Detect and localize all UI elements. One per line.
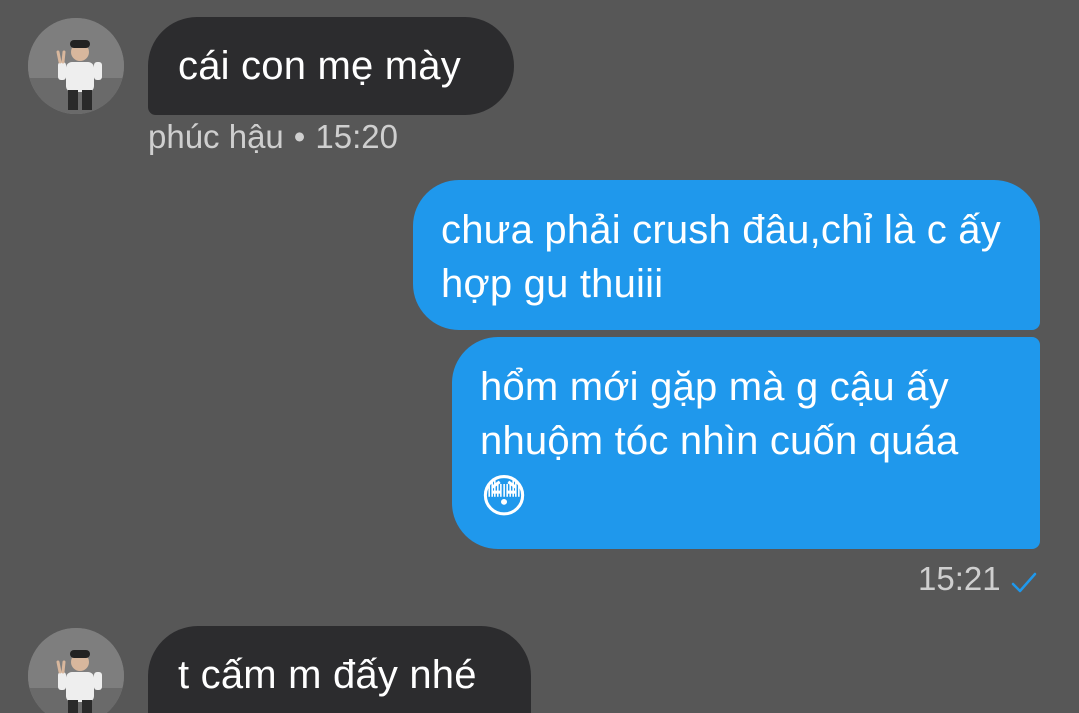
message-text: cái con mẹ mày [178,44,461,88]
incoming-message-meta: phúc hậu • 15:20 [148,118,398,156]
sender-avatar[interactable] [28,628,124,713]
flushed-emoji-icon: 😳 [480,470,529,522]
message-time: 15:20 [315,118,398,155]
meta-separator: • [293,118,306,155]
outgoing-message-bubble[interactable]: chưa phải crush đâu,chỉ là c ấy hợp gu t… [413,180,1040,330]
outgoing-message-bubble[interactable]: hổm mới gặp mà g cậu ấy nhuộm tóc nhìn c… [452,337,1040,549]
outgoing-message-meta: 15:21 [918,560,1037,602]
message-text: t cấm m đấy nhé [178,653,477,697]
message-time: 15:21 [918,560,1001,597]
sender-avatar[interactable] [28,18,124,114]
chat-thread: cái con mẹ mày phúc hậu • 15:20 chưa phải … [0,0,1079,713]
incoming-message-bubble[interactable]: t cấm m đấy nhé [148,626,531,713]
sender-name: phúc hậu [148,118,284,155]
message-text: hổm mới gặp mà g cậu ấy nhuộm tóc nhìn c… [480,365,959,463]
message-text: chưa phải crush đâu,chỉ là c ấy hợp gu t… [441,208,1001,306]
incoming-message-bubble[interactable]: cái con mẹ mày [148,17,514,115]
checkmark-icon [1011,564,1037,602]
